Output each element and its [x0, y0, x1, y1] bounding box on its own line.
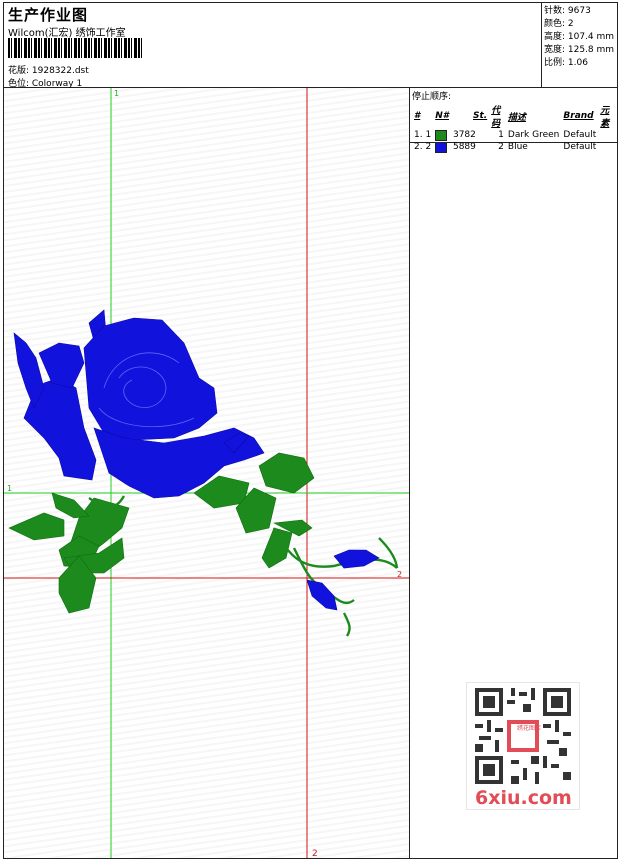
watermark-qr: 绣花图库 6xiu.com [466, 682, 580, 810]
table-header-row: # N# St. 代码 描述 Brand 元素 [412, 103, 615, 129]
color-swatch [435, 141, 448, 153]
barcode [8, 38, 144, 58]
col-brand: Brand [563, 111, 594, 121]
rosebud [306, 579, 338, 611]
guide-label-h2: 2 [397, 570, 402, 579]
guide-label-v2: 2 [312, 849, 318, 858]
col-needle: N# [435, 111, 449, 121]
stop-sequence-title: 停止顺序: [412, 92, 452, 102]
design-width: 宽度: 125.8 mm [544, 45, 615, 55]
watermark-seal: 绣花图库 [516, 725, 541, 732]
design-canvas: 1 2 1 2 [4, 88, 409, 858]
row-brand: Default [563, 130, 597, 140]
embroidery-preview: 1 2 1 2 [4, 88, 409, 858]
col-stitches: St. [472, 111, 488, 121]
design-scale: 比例: 1.06 [544, 58, 588, 68]
row-stitches: 5889 [452, 142, 476, 152]
guide-label-v1: 1 [114, 89, 119, 98]
watermark-text: 6xiu.com [475, 787, 572, 809]
leaf [51, 492, 90, 519]
qr-code-icon [475, 688, 571, 784]
leaf [8, 512, 65, 541]
stem [342, 612, 351, 637]
row-element [598, 141, 615, 153]
row-description: Blue [507, 142, 528, 152]
rose-petal [13, 332, 45, 409]
col-element: 元素 [600, 106, 610, 129]
row-element [598, 129, 615, 141]
studio-name: Wilcom(汇宏) 绣饰工作室 [8, 28, 126, 39]
stem [272, 527, 398, 569]
design-file-label: 花版: 1928322.dst [8, 66, 89, 76]
color-count: 颜色: 2 [544, 19, 574, 29]
stop-sequence-header: 停止顺序: # N# St. 代码 描述 Brand 元素 1. 1 3782 … [410, 88, 617, 153]
page-title: 生产作业图 [8, 6, 89, 24]
stop-sequence-table: # N# St. 代码 描述 Brand 元素 1. 1 3782 1 Dark… [412, 103, 615, 153]
row-swatch [433, 129, 451, 141]
leaf [258, 452, 315, 494]
color-swatch [435, 129, 448, 141]
row-index: 2. 2 [414, 142, 432, 152]
col-code: 代码 [491, 106, 501, 129]
design-height: 高度: 107.4 mm [544, 32, 615, 42]
table-row: 1. 1 3782 1 Dark Green Default [412, 129, 615, 141]
stats-block: 针数: 9673 颜色: 2 高度: 107.4 mm 宽度: 125.8 mm… [542, 3, 617, 88]
table-row: 2. 2 5889 2 Blue Default [412, 141, 615, 153]
stitch-count: 针数: 9673 [544, 6, 591, 16]
row-description: Dark Green [507, 130, 560, 140]
guide-label-h1: 1 [7, 484, 12, 493]
rose-petal [83, 317, 218, 441]
row-index: 1. 1 [414, 130, 432, 140]
row-stitches: 3782 [452, 130, 476, 140]
rose-petal [38, 342, 85, 389]
col-index: # [414, 111, 421, 121]
col-description: 描述 [507, 112, 526, 123]
row-brand: Default [563, 142, 597, 152]
header-block: 生产作业图 Wilcom(汇宏) 绣饰工作室 花版: 1928322.dst 色… [4, 3, 542, 89]
row-swatch [433, 141, 451, 153]
row-code: 2 [498, 142, 504, 152]
row-code: 1 [498, 130, 504, 140]
